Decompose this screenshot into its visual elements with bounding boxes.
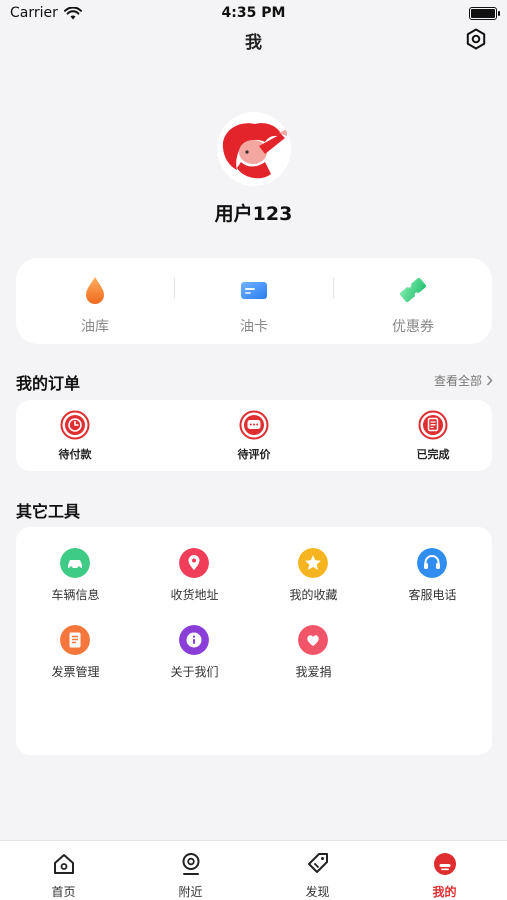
headset-icon [417, 548, 447, 578]
location-pin-icon [179, 548, 209, 578]
tab-nearby[interactable]: 附近 [127, 841, 254, 900]
tool-favorites[interactable]: 我的收藏 [254, 548, 373, 608]
tab-label: 首页 [51, 885, 76, 899]
status-bar: Carrier 4:35 PM [0, 0, 507, 28]
tools-card: 车辆信息 收货地址 我的收藏 客服电话 发票管理 关于我们 我爱捐 [16, 527, 492, 755]
heart-hand-icon [298, 625, 328, 655]
oil-drop-icon [86, 277, 104, 304]
wallet-item-oil-card[interactable]: 油卡 [175, 258, 333, 344]
wallet-card: 油库 油卡 优惠券 [16, 258, 492, 344]
view-all-orders-link[interactable]: 查看全部 [434, 372, 493, 389]
order-item-label: 待评价 [237, 448, 271, 461]
wallet-item-label: 油库 [81, 319, 109, 335]
settings-button[interactable] [465, 28, 487, 50]
username: 用户123 [214, 203, 293, 225]
page-title: 我 [245, 33, 262, 53]
tab-label: 附近 [178, 885, 203, 899]
order-pending-payment[interactable]: 待付款 [25, 400, 125, 471]
clock-icon [60, 410, 90, 440]
info-icon [179, 625, 209, 655]
orders-card: 待付款 待评价 已完成 [16, 400, 492, 471]
profile-icon [434, 853, 456, 875]
wallet-item-coupon[interactable]: 优惠券 [334, 258, 492, 344]
chevron-right-icon [486, 375, 493, 386]
wallet-item-label: 优惠券 [392, 319, 434, 335]
tool-shipping-address[interactable]: 收货地址 [135, 548, 254, 608]
orders-section-title: 我的订单 [16, 374, 81, 393]
star-icon [298, 548, 328, 578]
receipt-icon [418, 410, 448, 440]
tool-item-label: 我爱捐 [295, 665, 332, 679]
battery-icon [469, 7, 500, 20]
tool-invoice-management[interactable]: 发票管理 [16, 625, 135, 685]
home-icon [54, 854, 74, 874]
tab-bar: 首页 附近 发现 我的 [0, 840, 507, 900]
status-time: 4:35 PM [221, 5, 286, 21]
tab-label: 我的 [432, 885, 457, 899]
tab-discover[interactable]: 发现 [254, 841, 381, 900]
view-all-label: 查看全部 [433, 374, 482, 388]
coupon-icon [400, 277, 426, 303]
tool-donate[interactable]: 我爱捐 [254, 625, 373, 685]
tab-home[interactable]: 首页 [0, 841, 127, 900]
tool-item-label: 客服电话 [408, 588, 457, 602]
tool-about-us[interactable]: 关于我们 [135, 625, 254, 685]
wallet-item-oil-depot[interactable]: 油库 [16, 258, 174, 344]
wallet-item-label: 油卡 [240, 319, 268, 335]
tool-item-label: 关于我们 [170, 665, 219, 679]
tab-label: 发现 [305, 885, 330, 899]
tool-vehicle-info[interactable]: 车辆信息 [16, 548, 135, 608]
tool-item-label: 发票管理 [51, 665, 100, 679]
settings-icon [466, 28, 486, 50]
tool-item-label: 收货地址 [170, 588, 219, 602]
tool-customer-service[interactable]: 客服电话 [373, 548, 492, 608]
card-icon [241, 282, 267, 299]
avatar-illustration [217, 112, 291, 186]
invoice-icon [60, 625, 90, 655]
order-item-label: 已完成 [416, 448, 450, 461]
order-pending-review[interactable]: 待评价 [204, 400, 304, 471]
order-item-label: 待付款 [58, 448, 92, 461]
car-icon [60, 548, 90, 578]
order-completed[interactable]: 已完成 [383, 400, 483, 471]
tool-item-label: 车辆信息 [51, 588, 100, 602]
tools-section-title: 其它工具 [16, 502, 81, 521]
tab-mine[interactable]: 我的 [381, 841, 507, 900]
tool-item-label: 我的收藏 [289, 588, 338, 602]
nearby-pin-icon [182, 853, 200, 875]
comment-icon [239, 410, 269, 440]
avatar[interactable] [217, 112, 291, 186]
discover-tag-icon [308, 853, 328, 873]
